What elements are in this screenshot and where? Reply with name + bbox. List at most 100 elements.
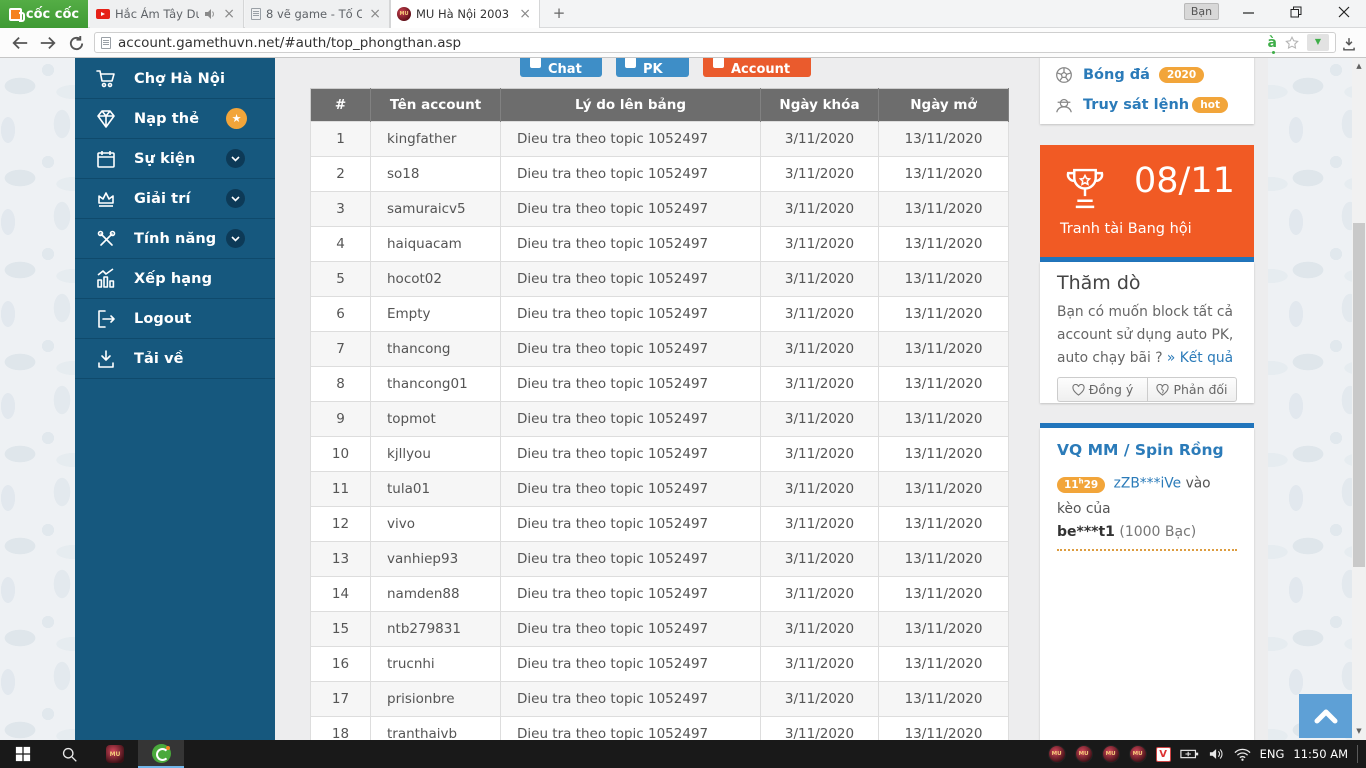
coccoc-mug-icon [9,8,22,21]
restore-button[interactable] [1276,0,1316,24]
downloads-icon[interactable] [1337,33,1361,55]
disagree-button[interactable]: Phản đối [1147,377,1237,402]
url-text[interactable]: account.gamethuvn.net/#auth/top_phongtha… [118,35,1261,51]
start-button[interactable] [0,740,46,768]
event-card[interactable]: 08/11 Tranh tài Bang hội [1040,145,1254,257]
chevron-down-icon[interactable] [226,189,245,208]
sidebar-item-tinh-nang[interactable]: Tính năng [75,219,275,259]
sidebar-item-cho-ha-noi[interactable]: Chợ Hà Nội [75,59,275,99]
sidebar-item-su-kien[interactable]: Sự kiện [75,139,275,179]
new-tab-button[interactable]: + [548,5,570,23]
cell-rank: 13 [311,542,371,577]
soccer-icon [1054,65,1074,85]
spin-user-link[interactable]: zZB***iVe [1114,476,1182,492]
show-desktop-divider[interactable] [1357,745,1358,763]
logout-icon [95,308,117,330]
cell-locked: 3/11/2020 [761,682,879,717]
address-bar[interactable]: account.gamethuvn.net/#auth/top_phongtha… [94,32,1336,53]
spin-title[interactable]: VQ MM / Spin Rồng [1057,441,1237,459]
back-button[interactable] [8,32,32,54]
taskbar-mu-app[interactable]: MU [92,740,138,768]
cell-account: trucnhi [371,647,501,682]
download-dropdown-icon[interactable]: ▼ [1307,34,1329,51]
sidebar-item-tai-ve[interactable]: Tải về [75,339,275,379]
cell-open: 13/11/2020 [879,122,1009,157]
block-account-button[interactable]: Block Account [703,58,811,77]
checkbox-icon[interactable] [530,58,541,68]
agree-label: Đồng ý [1089,382,1134,397]
checkbox-icon[interactable] [713,58,724,68]
tray-unikey-icon[interactable]: V [1156,747,1171,762]
cell-locked: 3/11/2020 [761,367,879,402]
tab-close-icon[interactable]: × [517,7,533,21]
poll-results-link[interactable]: » Kết quả [1167,350,1233,366]
forward-button[interactable] [36,32,60,54]
tab-close-icon[interactable]: × [221,7,237,21]
cell-account: topmot [371,402,501,437]
link-bong-da[interactable]: Bóng đá 2020 [1040,60,1254,90]
sidebar-item-logout[interactable]: Logout [75,299,275,339]
minimize-button[interactable] [1228,0,1268,24]
table-header-row: #Tên accountLý do lên bảngNgày khóaNgày … [311,89,1009,122]
vietnamese-input-icon[interactable]: à [1268,36,1277,50]
cell-rank: 10 [311,437,371,472]
profile-button[interactable]: Bạn [1184,3,1219,20]
link-label[interactable]: Bóng đá [1083,67,1150,83]
cell-open: 13/11/2020 [879,472,1009,507]
table-row: 7thancongDieu tra theo topic 10524973/11… [311,332,1009,367]
url-page-icon [101,37,111,49]
checkbox-icon[interactable] [625,58,636,68]
tray-mu-icon[interactable]: MU [1129,745,1147,763]
cell-reason: Dieu tra theo topic 1052497 [501,157,761,192]
cell-open: 13/11/2020 [879,437,1009,472]
reload-button[interactable] [64,32,88,54]
coccoc-menu-button[interactable]: cốc cốc [0,0,88,28]
chevron-down-icon[interactable] [226,149,245,168]
wifi-icon[interactable] [1234,748,1251,761]
column-header: Ngày khóa [761,89,879,122]
cell-open: 13/11/2020 [879,402,1009,437]
bookmark-star-icon[interactable] [1284,35,1300,51]
khoa-chat-button[interactable]: Khóa Chat [520,58,602,77]
table-row: 4haiquacamDieu tra theo topic 10524973/1… [311,227,1009,262]
table-row: 16trucnhiDieu tra theo topic 10524973/11… [311,647,1009,682]
cell-account: tula01 [371,472,501,507]
agree-button[interactable]: Đồng ý [1057,377,1147,402]
tab-audio-icon[interactable] [204,8,216,20]
scrollbar-up-arrow[interactable]: ▲ [1352,62,1366,70]
scrollbar-thumb[interactable] [1353,223,1365,567]
link-label[interactable]: Truy sát lệnh [1083,97,1189,113]
tab-mu-hanoi-active[interactable]: MU MU Hà Nội 2003 - Gameth × [390,0,540,28]
link-truy-sat-lenh[interactable]: Truy sát lệnh hot [1040,90,1254,120]
table-row: 13vanhiep93Dieu tra theo topic 10524973/… [311,542,1009,577]
tab-game-report[interactable]: 8 vẽ game - Tố Cáo Bạn Th × [245,0,390,28]
taskbar-coccoc-app-active[interactable] [138,740,184,768]
tab-youtube[interactable]: Hắc Ám Tây Du Đại Yêu × [90,0,244,28]
taskbar-search-button[interactable] [46,740,92,768]
table-row: 14namden88Dieu tra theo topic 10524973/1… [311,577,1009,612]
sidebar-item-nap-the[interactable]: Nạp thẻ ★ [75,99,275,139]
battery-icon[interactable] [1180,747,1200,761]
cell-reason: Dieu tra theo topic 1052497 [501,507,761,542]
tab-title: Hắc Ám Tây Du Đại Yêu [115,7,199,21]
tools-icon [95,228,117,250]
clock[interactable]: 11:50 AM [1293,747,1348,761]
cell-reason: Dieu tra theo topic 1052497 [501,262,761,297]
tray-mu-icon[interactable]: MU [1102,745,1120,763]
volume-icon[interactable] [1209,747,1225,761]
tray-mu-icon[interactable]: MU [1048,745,1066,763]
sidebar-item-label: Xếp hạng [134,271,212,287]
language-indicator[interactable]: ENG [1260,747,1285,761]
khoa-pk-button[interactable]: Khóa PK [616,58,689,77]
table-row: 5hocot02Dieu tra theo topic 10524973/11/… [311,262,1009,297]
scrollbar-down-arrow[interactable]: ▼ [1352,727,1366,735]
tray-mu-icon[interactable]: MU [1075,745,1093,763]
chevron-down-icon[interactable] [226,229,245,248]
sidebar-item-giai-tri[interactable]: Giải trí [75,179,275,219]
tab-close-icon[interactable]: × [367,7,383,21]
sidebar-item-xep-hang[interactable]: Xếp hạng [75,259,275,299]
cell-reason: Dieu tra theo topic 1052497 [501,332,761,367]
table-row: 6EmptyDieu tra theo topic 10524973/11/20… [311,297,1009,332]
close-window-button[interactable] [1324,0,1364,24]
scroll-to-top-button[interactable] [1299,694,1353,738]
